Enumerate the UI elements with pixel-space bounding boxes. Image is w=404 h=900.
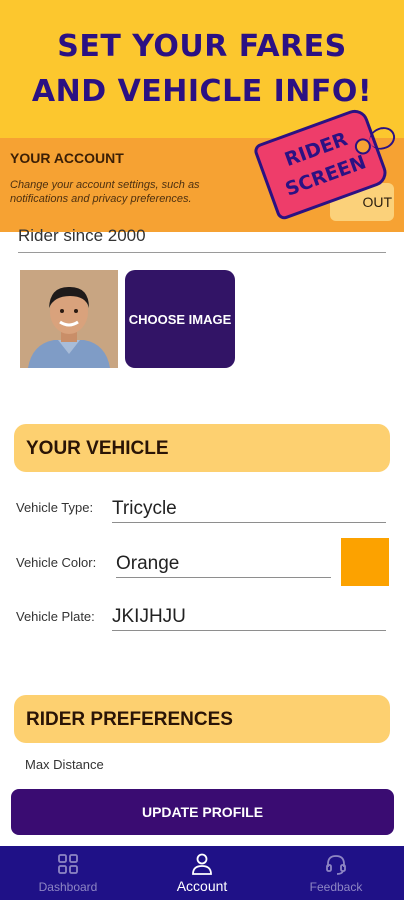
update-profile-button[interactable]: UPDATE PROFILE: [11, 789, 394, 835]
promo-headline-line1: SET YOUR FARES: [57, 29, 347, 64]
promo-headline: SET YOUR FARES AND VEHICLE INFO!: [0, 24, 404, 114]
nav-label-feedback: Feedback: [309, 880, 363, 894]
choose-image-button[interactable]: CHOOSE IMAGE: [125, 270, 235, 368]
nav-item-account[interactable]: Account: [135, 846, 269, 900]
grid-icon: [58, 854, 78, 874]
headset-icon: [326, 855, 346, 875]
nav-label-dashboard: Dashboard: [38, 880, 98, 894]
vehicle-plate-label: Vehicle Plate:: [16, 609, 95, 624]
account-title: YOUR ACCOUNT: [10, 150, 124, 166]
vehicle-section-title: YOUR VEHICLE: [26, 438, 169, 459]
vehicle-color-field[interactable]: Orange: [116, 549, 331, 578]
max-distance-label: Max Distance: [25, 757, 104, 772]
person-icon: [192, 853, 212, 875]
vehicle-plate-field[interactable]: JKIJHJU: [112, 602, 386, 631]
avatar-photo: [20, 270, 118, 368]
rider-since-field: Rider since 2000: [18, 222, 386, 253]
vehicle-type-value: Tricycle: [112, 498, 177, 519]
preferences-section-header: RIDER PREFERENCES: [14, 695, 390, 743]
avatar: [20, 270, 118, 368]
nav-item-feedback[interactable]: Feedback: [269, 846, 403, 900]
vehicle-type-label: Vehicle Type:: [16, 500, 94, 515]
vehicle-type-field[interactable]: Tricycle: [112, 494, 386, 523]
preferences-section-title: RIDER PREFERENCES: [26, 709, 233, 730]
nav-item-dashboard[interactable]: Dashboard: [1, 846, 135, 900]
promo-headline-line2: AND VEHICLE INFO!: [31, 74, 373, 109]
account-subtitle: Change your account settings, such as no…: [10, 179, 200, 205]
vehicle-plate-value: JKIJHJU: [112, 606, 186, 627]
vehicle-color-swatch[interactable]: [341, 538, 389, 586]
vehicle-section-header: YOUR VEHICLE: [14, 424, 390, 472]
vehicle-color-label: Vehicle Color:: [16, 555, 97, 570]
rider-since-text: Rider since 2000: [18, 226, 146, 245]
vehicle-color-value: Orange: [116, 553, 180, 574]
bottom-navigation: Dashboard Account Feedback: [0, 846, 404, 900]
nav-label-account: Account: [176, 878, 228, 894]
